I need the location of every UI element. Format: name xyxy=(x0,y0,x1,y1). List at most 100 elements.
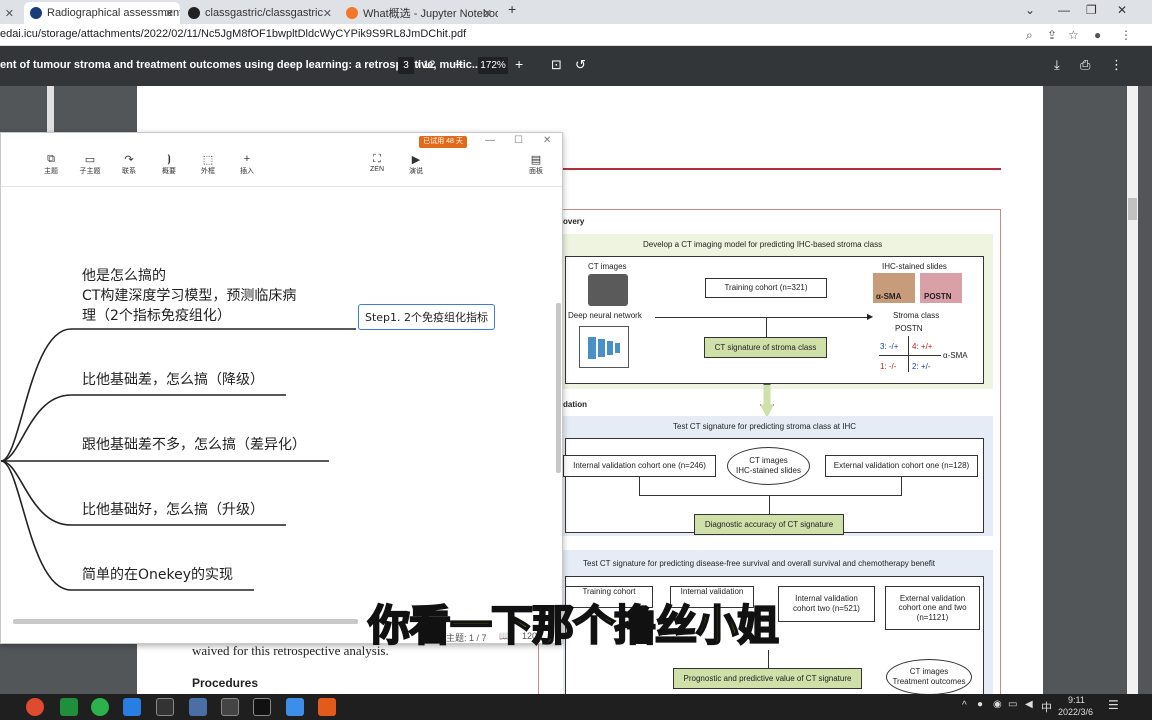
ct-images-label: CT images xyxy=(588,262,627,271)
close-icon[interactable]: ✕ xyxy=(323,7,332,20)
connector xyxy=(766,317,767,337)
close-icon[interactable]: ✕ xyxy=(483,7,492,20)
step-node[interactable]: Step1. 2个免疫组化指标 xyxy=(358,304,495,330)
internal-validation-one: Internal validation cohort one (n=246) xyxy=(563,455,716,477)
volume-icon[interactable]: ◀ xyxy=(1025,699,1033,710)
rotate-icon[interactable]: ↺ xyxy=(575,57,586,73)
page-number-input[interactable]: 3 xyxy=(398,57,414,74)
tab-jupyter[interactable]: What概选 - Jupyter Notebook ✕ xyxy=(340,2,498,24)
camera-icon[interactable] xyxy=(156,698,174,716)
ct-image-thumbnail xyxy=(588,274,628,306)
ct-ihc-bubble: CT images IHC-stained slides xyxy=(727,447,810,485)
site-icon xyxy=(30,7,42,19)
cloud-icon[interactable] xyxy=(286,698,304,716)
new-tab-button[interactable]: + xyxy=(508,1,516,17)
quadrant-4: 4: +/+ xyxy=(912,342,933,351)
topic-node-1[interactable]: 他是怎么搞的 CT构建深度学习模型，预测临床病 理（2个指标免疫组化） xyxy=(82,266,296,326)
ihc-slides-label: IHC-stained slides xyxy=(882,262,947,271)
window-icon[interactable] xyxy=(221,698,239,716)
xmind-icon[interactable] xyxy=(318,698,336,716)
tray-app-icon[interactable]: ◉ xyxy=(993,699,1002,710)
zoom-icon[interactable]: ⌕ xyxy=(1026,28,1033,43)
share-icon[interactable]: ⇪ xyxy=(1047,28,1057,42)
download-icon[interactable]: ⤓ xyxy=(1054,57,1060,73)
develop-title: Develop a CT imaging model for predictin… xyxy=(643,240,883,249)
network-diagram xyxy=(579,326,629,368)
tab-radiographical[interactable]: Radiographical assessment of ✕ xyxy=(24,2,180,24)
prognostic-value-box: Prognostic and predictive value of CT si… xyxy=(673,668,862,689)
chrome-icon[interactable] xyxy=(26,698,44,716)
topic-node-2[interactable]: 比他基础差，怎么搞（降级） xyxy=(82,369,264,389)
topic-node-5[interactable]: 简单的在Onekey的实现 xyxy=(82,564,233,584)
tab-title: Radiographical assessment of xyxy=(47,7,180,19)
clock-time[interactable]: 9:11 xyxy=(1068,695,1085,705)
connector xyxy=(901,477,902,495)
ct-outcomes-bubble: CT images Treatment outcomes xyxy=(886,659,972,695)
zoom-in-button[interactable]: + xyxy=(515,56,523,72)
tab-title: classgastric/classgastric xyxy=(205,7,323,19)
topic-text: 理（2个指标免疫组化） xyxy=(82,308,231,324)
clock-date[interactable]: 2022/3/6 xyxy=(1058,707,1093,717)
deep-nn-label: Deep neural network xyxy=(568,311,642,320)
tray-chevron-icon[interactable]: ^ xyxy=(962,700,967,711)
ct-signature-box: CT signature of stroma class xyxy=(704,337,827,358)
training-cohort-box: Training cohort (n=321) xyxy=(705,278,827,298)
address-bar[interactable]: edai.icu/storage/attachments/2022/02/11/… xyxy=(0,24,1152,46)
pycharm-icon[interactable] xyxy=(60,698,78,716)
maximize-button[interactable]: ❐ xyxy=(1086,3,1097,17)
section-validation-label: dation xyxy=(563,400,587,409)
alpha-sma-slide: α-SMA xyxy=(873,273,915,303)
url-text[interactable]: edai.icu/storage/attachments/2022/02/11/… xyxy=(0,28,466,40)
postn-slide: POSTN xyxy=(920,273,962,303)
section-heading: Procedures xyxy=(192,676,259,690)
wechat-icon[interactable] xyxy=(91,698,109,716)
profile-icon[interactable]: ● xyxy=(1094,28,1101,42)
topic-text: CT构建深度学习模型，预测临床病 xyxy=(82,288,297,304)
feishu-icon[interactable] xyxy=(123,698,141,716)
test-dfs-title: Test CT signature for predicting disease… xyxy=(583,559,936,568)
mindmap-vscroll[interactable] xyxy=(556,303,561,473)
close-icon[interactable]: ✕ xyxy=(165,7,174,20)
quadrant-1: 1: -/- xyxy=(880,362,897,371)
menu-icon[interactable]: ⋮ xyxy=(1120,28,1132,42)
internal-validation-two: Internal validation cohort two (n=521) xyxy=(778,586,875,622)
stroma-class-label: Stroma class xyxy=(893,311,940,320)
diagnostic-accuracy-box: Diagnostic accuracy of CT signature xyxy=(694,514,844,535)
fit-page-icon[interactable]: ⊡ xyxy=(551,57,562,73)
minimize-button[interactable]: — xyxy=(1058,3,1070,17)
notification-icon[interactable]: ☰ xyxy=(1108,698,1119,712)
network-icon[interactable]: ▭ xyxy=(1008,699,1017,710)
zoom-input[interactable]: 172% xyxy=(478,57,508,74)
tab-partial[interactable]: ✕ xyxy=(0,2,20,24)
taskbar: ^ ● ◉ ▭ ◀ 中 9:11 2022/3/6 ☰ xyxy=(0,694,1152,720)
mic-icon[interactable]: ● xyxy=(977,699,983,710)
tab-classgastric[interactable]: classgastric/classgastric ✕ xyxy=(182,2,338,24)
video-subtitle: 你看一下那个撸丝小姐 xyxy=(367,600,780,651)
tab-title: What概选 - Jupyter Notebook xyxy=(363,8,498,20)
flow-arrow-down xyxy=(760,384,774,418)
star-icon[interactable]: ☆ xyxy=(1068,28,1079,42)
page-scrollbar[interactable] xyxy=(1127,86,1138,696)
arrow-head: ▶ xyxy=(867,312,874,321)
tab-search-icon[interactable]: ⌄ xyxy=(1025,3,1035,17)
print-icon[interactable]: ⎙ xyxy=(1080,57,1090,73)
more-icon[interactable]: ⋮ xyxy=(1110,57,1123,73)
close-icon[interactable]: ✕ xyxy=(5,7,14,20)
topic-text: 他是怎么搞的 xyxy=(82,268,166,284)
topic-node-3[interactable]: 跟他基础差不多，怎么搞（差异化） xyxy=(82,434,306,454)
topic-node-4[interactable]: 比他基础好，怎么搞（升级） xyxy=(82,499,264,519)
external-validation-one: External validation cohort one (n=128) xyxy=(825,455,978,477)
close-window-button[interactable]: ✕ xyxy=(1117,3,1127,17)
ime-indicator[interactable]: 中 xyxy=(1041,699,1052,715)
test-ihc-title: Test CT signature for predicting stroma … xyxy=(673,422,857,431)
alpha-sma-axis-label: α-SMA xyxy=(943,351,968,360)
scroll-thumb[interactable] xyxy=(1128,198,1137,220)
terminal-icon[interactable] xyxy=(253,698,271,716)
x-axis xyxy=(879,355,941,356)
app-icon[interactable] xyxy=(189,698,207,716)
mindmap-window[interactable]: 已试用 48 天 — ☐ ✕ ⧉ 主题 ▭ 子主题 ↷ 联系 ⦘ 概要 ⬚ 外框 + 插入 ⛶ ZEN ▶ 演… xyxy=(0,132,563,644)
section-discovery-label: overy xyxy=(563,217,585,226)
github-icon xyxy=(188,7,200,19)
mindmap-hscroll[interactable] xyxy=(13,619,358,624)
zoom-out-button[interactable]: − xyxy=(455,56,463,72)
